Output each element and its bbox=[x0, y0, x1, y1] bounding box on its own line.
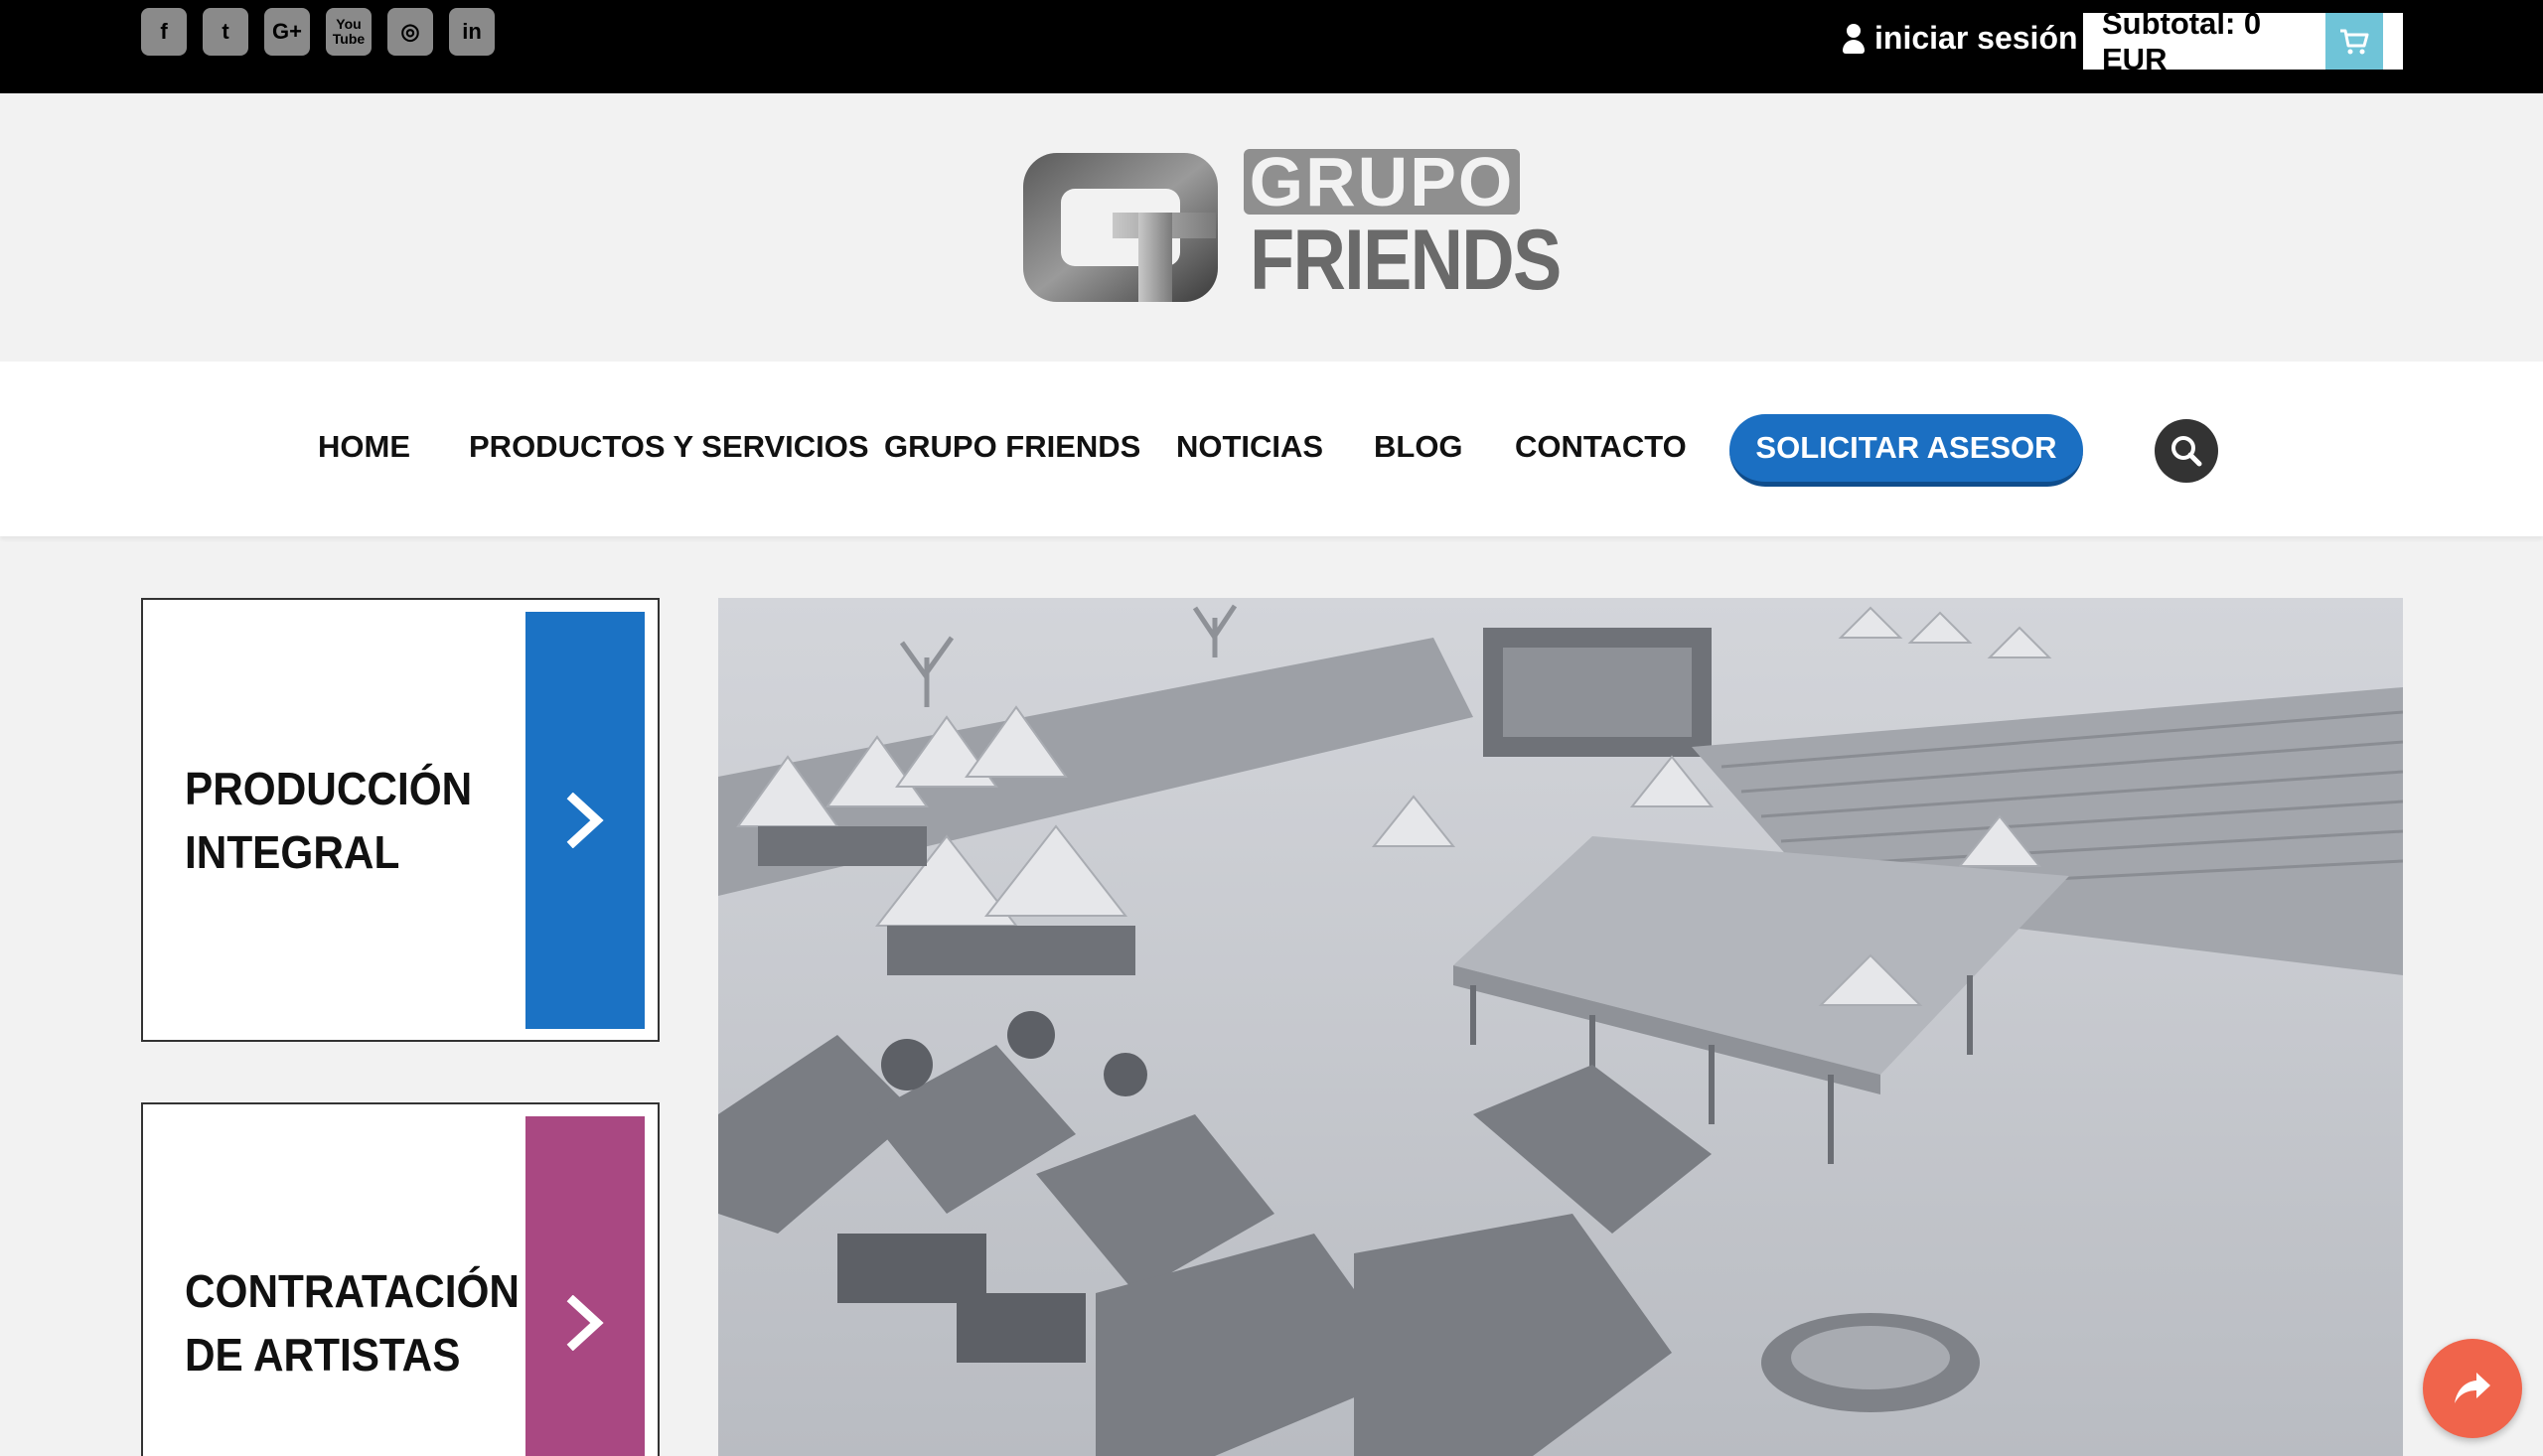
card-title-line-2: DE ARTISTAS bbox=[185, 1329, 461, 1381]
card-color-strip[interactable] bbox=[525, 1116, 645, 1456]
logo-line-2: FRIENDS bbox=[1250, 213, 1562, 308]
main-nav: HOME PRODUCTOS Y SERVICIOS GRUPO FRIENDS… bbox=[0, 362, 2543, 536]
card-color-strip[interactable] bbox=[525, 612, 645, 1029]
top-bar: f t G+ You Tube ◎ in iniciar sesión Subt… bbox=[0, 0, 2543, 93]
login-label: iniciar sesión bbox=[1874, 20, 2078, 56]
chevron-right-icon bbox=[566, 1295, 604, 1351]
youtube-icon[interactable]: You Tube bbox=[326, 8, 372, 56]
share-button[interactable] bbox=[2423, 1339, 2522, 1438]
logo-header: GRUPO FRIENDS bbox=[0, 93, 2543, 362]
cart-widget[interactable]: Subtotal: 0 EUR bbox=[2083, 6, 2403, 76]
card-title-line-1: CONTRATACIÓN bbox=[185, 1265, 520, 1317]
nav-item-blog[interactable]: BLOG bbox=[1374, 429, 1463, 465]
event-venue-render-image bbox=[718, 598, 2403, 1456]
twitter-icon[interactable]: t bbox=[203, 8, 248, 56]
social-links: f t G+ You Tube ◎ in bbox=[141, 8, 495, 56]
nav-item-noticias[interactable]: NOTICIAS bbox=[1176, 429, 1323, 465]
nav-item-productos[interactable]: PRODUCTOS Y SERVICIOS bbox=[469, 429, 869, 465]
nav-item-contacto[interactable]: CONTACTO bbox=[1515, 429, 1687, 465]
logo-mark-icon bbox=[1023, 153, 1218, 302]
cart-subtotal: Subtotal: 0 EUR bbox=[2102, 5, 2262, 76]
instagram-icon[interactable]: ◎ bbox=[387, 8, 433, 56]
user-icon bbox=[1843, 23, 1865, 54]
card-title-line-2: INTEGRAL bbox=[185, 826, 400, 878]
solicitar-asesor-button[interactable]: SOLICITAR ASESOR bbox=[1729, 414, 2083, 487]
logo-line-1: GRUPO bbox=[1244, 147, 1520, 217]
share-icon bbox=[2455, 1373, 2490, 1403]
service-card-contratacion[interactable]: CONTRATACIÓN DE ARTISTAS bbox=[141, 1102, 660, 1456]
search-icon[interactable] bbox=[2155, 419, 2218, 483]
card-title-line-1: PRODUCCIÓN bbox=[185, 763, 473, 814]
linkedin-icon[interactable]: in bbox=[449, 8, 495, 56]
nav-item-grupo-friends[interactable]: GRUPO FRIENDS bbox=[884, 429, 1140, 465]
cart-icon[interactable] bbox=[2325, 13, 2383, 70]
login-link[interactable]: iniciar sesión bbox=[1843, 20, 2078, 57]
service-card-produccion[interactable]: PRODUCCIÓN INTEGRAL bbox=[141, 598, 660, 1042]
facebook-icon[interactable]: f bbox=[141, 8, 187, 56]
nav-item-home[interactable]: HOME bbox=[318, 429, 410, 465]
chevron-right-icon bbox=[566, 793, 604, 848]
google-plus-icon[interactable]: G+ bbox=[264, 8, 310, 56]
